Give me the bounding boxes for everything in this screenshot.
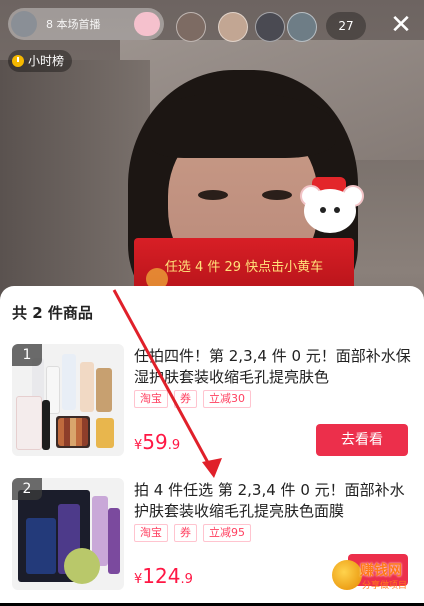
- product-tags: 淘宝 券 立减95: [134, 524, 251, 542]
- watermark-logo: 赚钱网 分享做项目: [332, 558, 418, 596]
- platform-tag: 淘宝: [134, 524, 168, 542]
- rank-label: 小时榜: [28, 54, 65, 68]
- platform-tag: 淘宝: [134, 390, 168, 408]
- view-product-button[interactable]: 去看看: [316, 424, 408, 456]
- watermark-emblem-icon: [332, 560, 362, 590]
- follow-button[interactable]: [134, 12, 160, 36]
- viewer-avatar[interactable]: [176, 12, 206, 42]
- host-info[interactable]: 8 本场首播: [8, 8, 164, 40]
- product-index: 1: [12, 344, 42, 366]
- host-subtitle: 8 本场首播: [46, 18, 101, 31]
- watermark-text: 赚钱网: [360, 563, 402, 579]
- promo-banner[interactable]: 任选 4 件 29 快点击小黄车: [134, 238, 354, 292]
- product-price: ¥59.9: [134, 430, 181, 454]
- streamer-eye-left: [198, 190, 228, 200]
- product-title[interactable]: 拍 4 件任选 第 2,3,4 件 0 元！面部补水护肤套装收缩毛孔提亮肤色面膜: [134, 480, 412, 522]
- product-index: 2: [12, 478, 42, 500]
- product-price: ¥124.9: [134, 564, 193, 588]
- hourly-rank-badge[interactable]: 小时榜: [8, 50, 73, 72]
- clock-icon: [12, 55, 24, 67]
- top-bar: 8 本场首播 27 ✕: [0, 0, 424, 48]
- discount-tag: 立减95: [203, 524, 251, 542]
- sheet-title: 共 2 件商品: [12, 304, 93, 322]
- close-icon[interactable]: ✕: [384, 8, 418, 42]
- discount-tag: 立减30: [203, 390, 251, 408]
- product-title[interactable]: 任拍四件！第 2,3,4 件 0 元！面部补水保湿护肤套装收缩毛孔提亮肤色: [134, 346, 412, 388]
- product-sheet: 共 2 件商品 1 任拍四件！第 2,3,4 件 0 元！面部补水保湿护肤套装收…: [0, 286, 424, 603]
- watermark-subtext: 分享做项目: [362, 581, 408, 591]
- viewer-avatar[interactable]: [255, 12, 285, 42]
- product-image[interactable]: 2: [12, 478, 124, 590]
- coupon-tag: 券: [174, 390, 197, 408]
- product-item[interactable]: 1 任拍四件！第 2,3,4 件 0 元！面部补水保湿护肤套装收缩毛孔提亮肤色 …: [0, 344, 424, 472]
- streamer-eye-right: [262, 190, 292, 200]
- product-tags: 淘宝 券 立减30: [134, 390, 251, 408]
- product-image[interactable]: 1: [12, 344, 124, 456]
- viewer-count[interactable]: 27: [326, 12, 366, 40]
- mouse-mascot-icon: [298, 175, 364, 243]
- viewer-avatar[interactable]: [287, 12, 317, 42]
- host-avatar[interactable]: [11, 11, 37, 37]
- viewer-avatar[interactable]: [218, 12, 248, 42]
- promo-banner-text: 任选 4 件 29 快点击小黄车: [164, 260, 324, 275]
- coupon-tag: 券: [174, 524, 197, 542]
